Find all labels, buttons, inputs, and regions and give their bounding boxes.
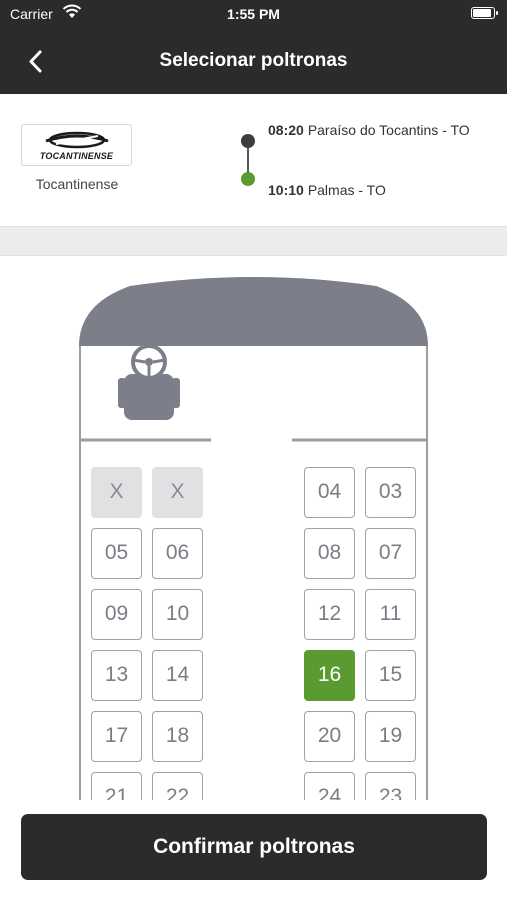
clock: 1:55 PM — [227, 6, 280, 22]
seat-14[interactable]: 14 — [152, 650, 203, 701]
seat-08[interactable]: 08 — [304, 528, 355, 579]
departure-dot — [241, 134, 255, 148]
seat-12[interactable]: 12 — [304, 589, 355, 640]
arrival-place: Palmas - TO — [307, 182, 386, 198]
company-logo: TOCANTINENSE — [21, 124, 132, 166]
bottom-action-area: Confirmar poltronas — [0, 800, 507, 900]
bus-seat-map: X X 05 06 09 10 13 14 17 18 21 22 04 03 08 07 12 11 16 15 20… — [0, 256, 507, 800]
seat-23[interactable]: 23 — [365, 772, 416, 800]
status-bar: Carrier 1:55 PM — [0, 0, 507, 30]
seat-07[interactable]: 07 — [365, 528, 416, 579]
battery-icon — [471, 7, 498, 19]
trip-info-card: TOCANTINENSE Tocantinense 08:20 Paraíso d… — [0, 94, 507, 226]
seat-21[interactable]: 21 — [91, 772, 142, 800]
seat-03[interactable]: 03 — [365, 467, 416, 518]
departure-time: 08:20 — [268, 122, 304, 138]
page-title: Selecionar poltronas — [159, 50, 348, 71]
driver-seat-icon — [118, 344, 180, 420]
seat-04[interactable]: 04 — [304, 467, 355, 518]
seat-10[interactable]: 10 — [152, 589, 203, 640]
departure-place: Paraíso do Tocantins - TO — [307, 122, 470, 138]
seat-17[interactable]: 17 — [91, 711, 142, 762]
timeline-line — [247, 148, 249, 172]
seat-11[interactable]: 11 — [365, 589, 416, 640]
company-name: Tocantinense — [35, 176, 119, 192]
seat-15[interactable]: 15 — [365, 650, 416, 701]
seat-13[interactable]: 13 — [91, 650, 142, 701]
seat-24[interactable]: 24 — [304, 772, 355, 800]
seat-09[interactable]: 09 — [91, 589, 142, 640]
seat-06[interactable]: 06 — [152, 528, 203, 579]
seat-05[interactable]: 05 — [91, 528, 142, 579]
arrival-dot — [241, 172, 255, 186]
seat-19[interactable]: 19 — [365, 711, 416, 762]
departure-stop: 08:20 Paraíso do Tocantins - TO — [268, 120, 493, 140]
confirm-seats-button[interactable]: Confirmar poltronas — [21, 814, 487, 880]
arrival-stop: 10:10 Palmas - TO — [268, 180, 493, 200]
logo-wordmark: TOCANTINENSE — [39, 151, 114, 161]
seat-22[interactable]: 22 — [152, 772, 203, 800]
seat-unavailable: X — [152, 467, 203, 518]
seat-unavailable: X — [91, 467, 142, 518]
section-divider — [0, 226, 507, 256]
arrival-time: 10:10 — [268, 182, 304, 198]
seat-18[interactable]: 18 — [152, 711, 203, 762]
seat-20[interactable]: 20 — [304, 711, 355, 762]
bus-outline — [79, 277, 428, 800]
bus-company-logo-icon — [45, 131, 109, 149]
seat-16[interactable]: 16 — [304, 650, 355, 701]
navigation-bar: Selecionar poltronas — [0, 30, 507, 94]
